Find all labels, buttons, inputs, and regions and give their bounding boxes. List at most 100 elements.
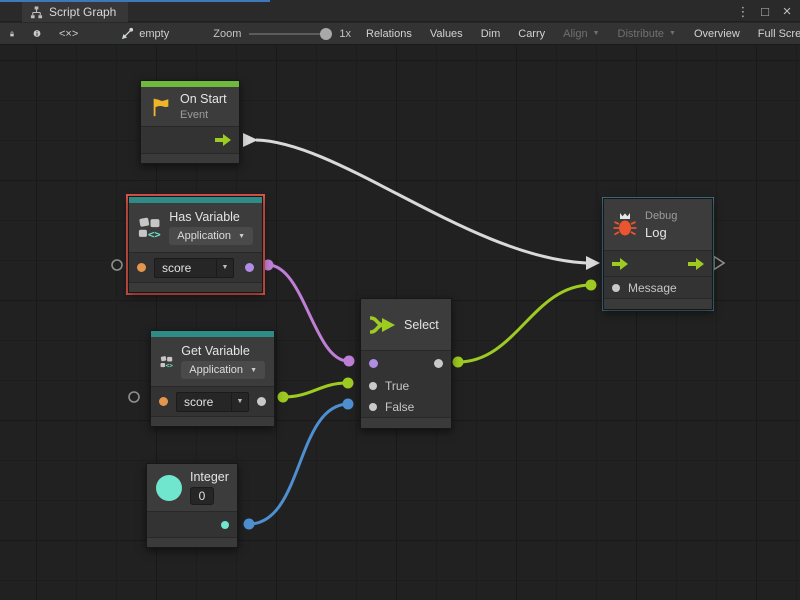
wire-end-arrowhead xyxy=(586,256,600,270)
false-input-port[interactable] xyxy=(369,403,377,411)
port-row xyxy=(604,251,712,277)
info-icon xyxy=(33,27,41,40)
values-button[interactable]: Values xyxy=(421,23,472,44)
wire-select-to-debuglog-message xyxy=(458,285,591,362)
overview-button[interactable]: Overview xyxy=(685,23,749,44)
node-header: <> Has Variable Application ▼ xyxy=(129,203,262,253)
breadcrumb-label: empty xyxy=(139,28,169,40)
false-port-label: False xyxy=(385,400,414,414)
close-icon[interactable]: × xyxy=(778,2,796,20)
align-button[interactable]: Align ▼ xyxy=(554,23,608,44)
window-controls: ⋮ □ × xyxy=(734,0,796,22)
port-row: score ▼ xyxy=(151,387,274,417)
variable-name-field[interactable]: score ▼ xyxy=(176,392,249,412)
zoom-slider[interactable] xyxy=(249,27,331,41)
node-subtitle: Event xyxy=(180,109,227,121)
full-screen-button[interactable]: Full Screen xyxy=(749,23,800,44)
integer-value: 0 xyxy=(199,489,206,503)
node-subtitle: Debug xyxy=(645,210,677,222)
chevron-down-icon: ▼ xyxy=(669,30,676,37)
bool-output-port[interactable] xyxy=(245,263,254,272)
true-port-label: True xyxy=(385,379,409,393)
align-label: Align xyxy=(563,28,587,40)
port-row xyxy=(147,512,237,538)
true-input-port[interactable] xyxy=(369,382,377,390)
tab-script-graph[interactable]: Script Graph xyxy=(22,2,128,22)
unconnected-port-stub[interactable] xyxy=(129,392,139,402)
wire-endpoint-dot xyxy=(586,280,597,291)
chevron-down-icon: ▼ xyxy=(250,367,257,374)
node-has-variable[interactable]: <> Has Variable Application ▼ score ▼ xyxy=(128,196,263,293)
port-row xyxy=(361,351,451,375)
variable-name-field[interactable]: score ▼ xyxy=(154,258,234,278)
flow-output-port[interactable] xyxy=(215,134,231,146)
condition-input-port[interactable] xyxy=(369,359,378,368)
wire-endpoint-dot xyxy=(344,356,355,367)
select-merge-icon xyxy=(370,314,396,336)
value-output-port[interactable] xyxy=(257,397,266,406)
unconnected-flow-stub[interactable] xyxy=(714,257,724,270)
flow-input-port[interactable] xyxy=(612,258,628,270)
result-output-port[interactable] xyxy=(434,359,443,368)
wire-endpoint-dot xyxy=(343,378,354,389)
wire-endpoint-dot xyxy=(244,519,255,530)
integer-value-field[interactable]: 0 xyxy=(190,487,214,505)
node-integer[interactable]: Integer 0 xyxy=(146,463,238,548)
chevron-down-icon[interactable]: ▼ xyxy=(216,259,233,277)
node-header: <> Get Variable Application ▼ xyxy=(151,337,274,387)
name-input-port[interactable] xyxy=(159,397,168,406)
chevron-down-icon[interactable]: ▼ xyxy=(231,393,248,411)
node-on-start[interactable]: On Start Event xyxy=(140,80,240,164)
node-debug-log-selection: Debug Log Message xyxy=(602,197,714,311)
scope-dropdown[interactable]: Application ▼ xyxy=(169,227,253,245)
maximize-icon[interactable]: □ xyxy=(756,2,774,20)
port-row xyxy=(141,127,239,154)
variable-brackets-glyph: <> xyxy=(166,362,174,369)
wire-onstart-to-debuglog xyxy=(256,140,586,263)
node-title: Get Variable xyxy=(181,344,265,358)
port-row: True xyxy=(361,375,451,396)
flow-output-port[interactable] xyxy=(688,258,704,270)
unconnected-port-stub[interactable] xyxy=(112,260,122,270)
zoom-slider-handle[interactable] xyxy=(320,28,332,40)
scope-dropdown[interactable]: Application ▼ xyxy=(181,361,265,379)
chevron-down-icon: ▼ xyxy=(593,30,600,37)
message-port-label: Message xyxy=(628,281,677,295)
scope-value: Application xyxy=(189,364,243,376)
node-title: Select xyxy=(404,318,439,332)
node-footer xyxy=(151,417,274,426)
code-preview-button[interactable]: <×> xyxy=(50,23,87,44)
zoom-slider-track xyxy=(249,33,331,35)
node-footer xyxy=(141,154,239,163)
graph-canvas[interactable]: On Start Event <> xyxy=(0,45,800,600)
node-get-variable[interactable]: <> Get Variable Application ▼ score ▼ xyxy=(150,330,275,427)
debug-bug-icon xyxy=(613,212,637,238)
node-select[interactable]: Select True False xyxy=(360,298,452,429)
port-row: False xyxy=(361,396,451,417)
node-debug-log[interactable]: Debug Log Message xyxy=(603,198,713,310)
menu-dots-icon[interactable]: ⋮ xyxy=(734,2,752,20)
relations-button[interactable]: Relations xyxy=(357,23,421,44)
node-header: Debug Log xyxy=(604,199,712,251)
tab-title: Script Graph xyxy=(49,5,116,19)
name-input-port[interactable] xyxy=(137,263,146,272)
lock-button[interactable] xyxy=(0,23,24,44)
node-header: On Start Event xyxy=(141,87,239,127)
distribute-button[interactable]: Distribute ▼ xyxy=(609,23,685,44)
tab-bar: Script Graph ⋮ □ × xyxy=(0,0,800,22)
value-output-port[interactable] xyxy=(221,521,229,529)
wire-getvariable-to-select-true xyxy=(283,383,347,397)
node-title: Log xyxy=(645,225,677,240)
info-button[interactable] xyxy=(24,23,50,44)
port-row: Message xyxy=(604,277,712,299)
script-graph-window: Script Graph ⋮ □ × <×> xyxy=(0,0,800,600)
wire-endpoint-dot xyxy=(343,399,354,410)
dim-button[interactable]: Dim xyxy=(472,23,510,44)
lock-icon xyxy=(9,28,15,40)
node-footer xyxy=(129,283,262,292)
variable-name-value: score xyxy=(177,395,231,409)
message-input-port[interactable] xyxy=(612,284,620,292)
breadcrumb[interactable]: empty xyxy=(111,23,179,44)
carry-button[interactable]: Carry xyxy=(509,23,554,44)
node-title: Integer xyxy=(190,470,229,484)
